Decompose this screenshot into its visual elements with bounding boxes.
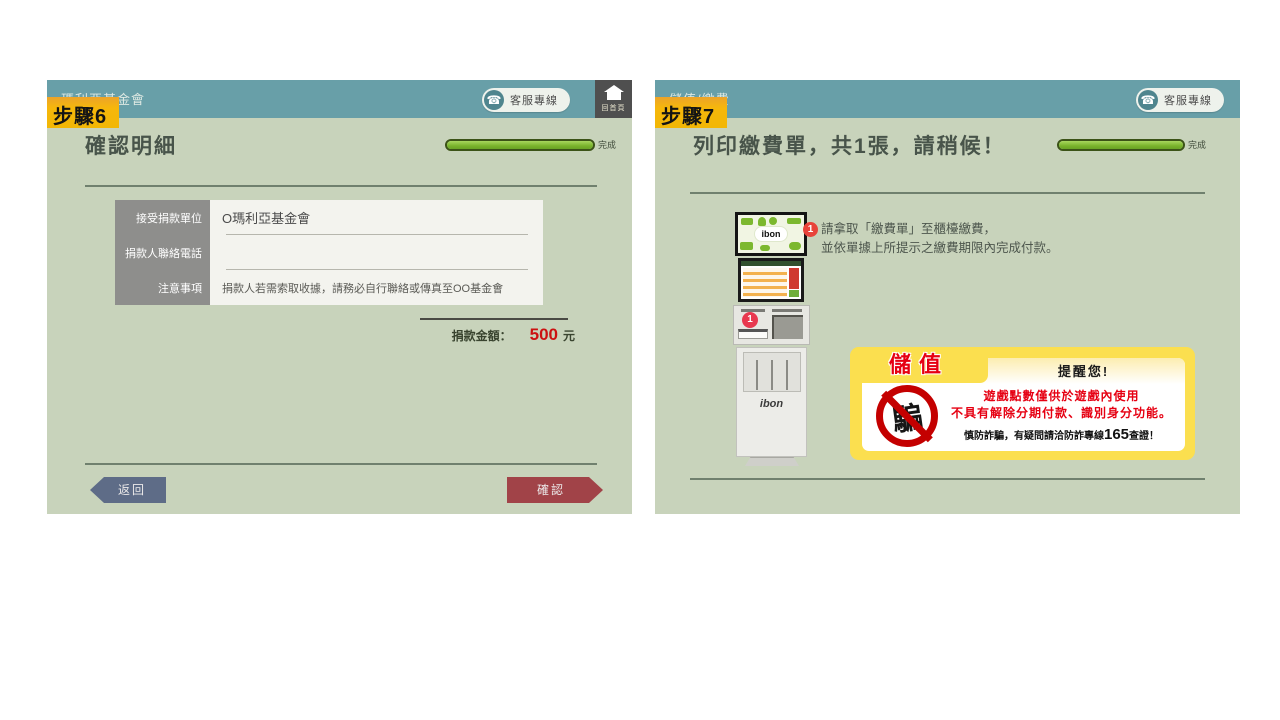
kiosk-top-sign: ibon (735, 212, 807, 256)
donation-summary-table: 接受捐款單位 O瑪利亞基金會 捐款人聯絡電話 注意事項 捐款人若需索取收據，請務… (115, 200, 543, 305)
divider (85, 185, 597, 187)
step7-page-title: 列印繳費單，共1張，請稍候！ (693, 130, 1006, 160)
topup-tag: 儲值 (850, 347, 988, 383)
step6-label: 步驟6 (47, 97, 119, 128)
donation-unit-value: O瑪利亞基金會 (222, 208, 310, 227)
hotline-suffix: 查證！ (1129, 431, 1159, 442)
cabinet-inset-panel (743, 352, 801, 392)
utensils-icon (787, 218, 801, 224)
row-label: 注意事項 (115, 270, 210, 305)
people-icon (789, 242, 801, 250)
clock-icon (769, 217, 777, 225)
amount-label: 捐款金額： (452, 327, 512, 344)
warning-red-line2: 不具有解除分期付款、識別身分功能。 (940, 405, 1183, 422)
printer-step-badge: 1 (742, 312, 758, 328)
instruction-line1: 請拿取「繳費單」至櫃檯繳費， (821, 220, 996, 239)
home-icon (607, 92, 621, 100)
progress-label: 完成 (598, 138, 616, 151)
hotline-prefix: 慎防詐騙，有疑問請洽防詐專線 (964, 431, 1104, 442)
amount-divider (420, 318, 568, 320)
phone-icon: ☎ (484, 90, 504, 110)
notice-text: 捐款人若需索取收據，請務必自行聯絡或傳真至OO基金會 (222, 280, 503, 296)
step6-header-bar: 瑪利亞基金會 ☎ 客服專線 回首頁 (47, 80, 632, 118)
progress-bar (445, 139, 595, 151)
airplane-icon (741, 218, 753, 225)
table-row: 注意事項 捐款人若需索取收據，請務必自行聯絡或傳真至OO基金會 (115, 270, 543, 305)
table-row: 接受捐款單位 O瑪利亞基金會 (115, 200, 543, 235)
hotline-number: 165 (1104, 426, 1129, 443)
step-number-icon: 1 (803, 222, 818, 237)
screen-photo (789, 290, 799, 297)
print-instruction: 1 請拿取「繳費單」至櫃檯繳費， 並依單據上所提示之繳費期限內完成付款。 (803, 220, 1059, 258)
kiosk-base (745, 457, 799, 466)
progress-label: 完成 (1188, 138, 1206, 151)
printer-slot (741, 309, 765, 312)
back-button[interactable]: 返回 (90, 477, 166, 503)
step6-page-title: 確認明細 (85, 130, 177, 160)
amount-unit: 元 (563, 327, 575, 344)
divider (85, 463, 597, 465)
divider (690, 478, 1205, 480)
printer-slot (772, 309, 802, 312)
home-button[interactable]: 回首頁 (595, 80, 632, 118)
cabinet-slot-line (756, 360, 758, 390)
warning-hotline-line: 慎防詐騙，有疑問請洽防詐專線165查證！ (940, 426, 1183, 443)
kiosk-cabinet: ibon (736, 347, 807, 457)
kiosk-screen-menu (743, 268, 787, 297)
phone-icon: ☎ (1138, 90, 1158, 110)
screen-header-strip (741, 261, 801, 266)
row-value-field: O瑪利亞基金會 (210, 200, 543, 235)
slide-canvas: 瑪利亞基金會 ☎ 客服專線 回首頁 步驟6 確認明細 完成 接受捐款單位 O瑪利… (0, 0, 1280, 720)
ibon-cabinet-logo: ibon (737, 398, 806, 410)
warning-title: 提醒您! (982, 358, 1185, 384)
instruction-line2: 並依單據上所提示之繳費期限內完成付款。 (803, 239, 1059, 258)
step7-label: 步驟7 (655, 97, 727, 128)
table-row: 捐款人聯絡電話 (115, 235, 543, 270)
row-value-field: 捐款人若需索取收據，請務必自行聯絡或傳真至OO基金會 (210, 270, 543, 305)
donation-amount-row: 捐款金額： 500 元 (347, 325, 575, 345)
bag-icon (758, 217, 766, 226)
row-label: 捐款人聯絡電話 (115, 235, 210, 270)
cabinet-slot-line (786, 360, 788, 390)
anti-fraud-warning-box: 提醒您! 騙 遊戲點數僅供於遊戲內使用 不具有解除分期付款、識別身分功能。 慎防… (850, 347, 1195, 460)
receipt-output-slot (738, 329, 768, 339)
ibon-kiosk-illustration: ibon 1 ibo (733, 208, 811, 466)
kiosk-touchscreen (738, 258, 804, 302)
row-value-field (210, 235, 543, 270)
kiosk-recess-opening (772, 315, 803, 339)
kiosk-printer-panel: 1 (733, 305, 810, 345)
step7-screenshot-panel: 儲值/繳費 ☎ 客服專線 步驟7 列印繳費單，共1張，請稍候！ 完成 (655, 80, 1240, 514)
step7-header-bar: 儲值/繳費 ☎ 客服專線 (655, 80, 1240, 118)
confirm-button[interactable]: 確認 (507, 477, 603, 503)
step7-progress: 完成 (1057, 138, 1227, 151)
support-hotline-button[interactable]: ☎ 客服專線 (482, 88, 570, 112)
cabinet-slot-line (771, 360, 773, 390)
progress-bar (1057, 139, 1185, 151)
amount-value: 500 (530, 325, 558, 345)
warning-text-block: 遊戲點數僅供於遊戲內使用 不具有解除分期付款、識別身分功能。 慎防詐騙，有疑問請… (940, 388, 1183, 443)
truck-icon (740, 242, 753, 250)
row-label: 接受捐款單位 (115, 200, 210, 235)
ibon-logo: ibon (754, 226, 788, 242)
support-hotline-button[interactable]: ☎ 客服專線 (1136, 88, 1224, 112)
step6-progress: 完成 (445, 138, 632, 151)
screen-promo-banner (789, 268, 799, 289)
step6-screenshot-panel: 瑪利亞基金會 ☎ 客服專線 回首頁 步驟6 確認明細 完成 接受捐款單位 O瑪利… (47, 80, 632, 514)
warning-red-line1: 遊戲點數僅供於遊戲內使用 (940, 388, 1183, 405)
divider (690, 192, 1205, 194)
no-fraud-icon: 騙 (876, 385, 938, 447)
cart-icon (760, 245, 770, 251)
